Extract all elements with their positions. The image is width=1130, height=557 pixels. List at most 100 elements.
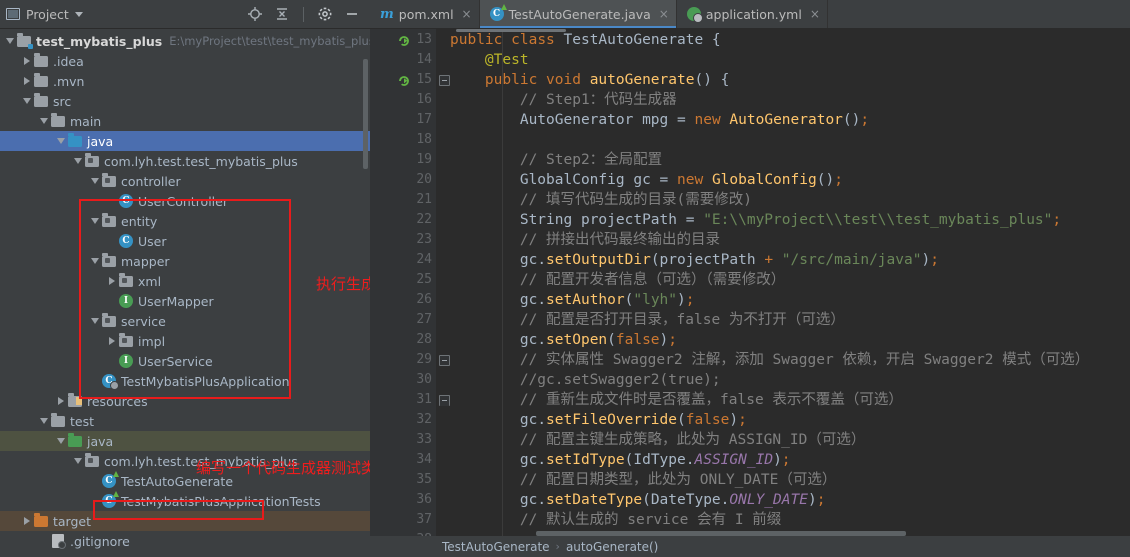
chevron-down-icon[interactable] (38, 115, 50, 127)
tree-node[interactable]: com.lyh.test.test_mybatis_plus (0, 151, 370, 171)
tree-node[interactable]: CUserController (0, 191, 370, 211)
run-test-icon[interactable] (398, 34, 410, 46)
code-line[interactable]: // 配置开发者信息（可选）（需要修改） (450, 270, 1130, 290)
gutter-line[interactable]: 20 (370, 170, 436, 190)
code-line[interactable] (450, 130, 1130, 150)
gutter-line[interactable]: 34 (370, 450, 436, 470)
chevron-down-icon[interactable] (89, 175, 101, 187)
code-line[interactable]: gc.setDateType(DateType.ONLY_DATE); (450, 490, 1130, 510)
code-line[interactable]: gc.setOpen(false); (450, 330, 1130, 350)
code-line[interactable]: @Test (450, 50, 1130, 70)
editor-tab[interactable]: application.yml× (677, 0, 828, 28)
gutter-line[interactable]: 28 (370, 330, 436, 350)
chevron-right-icon[interactable] (106, 275, 118, 287)
code-line[interactable]: // Step2：全局配置 (450, 150, 1130, 170)
code-fold-toggle[interactable] (439, 355, 450, 366)
code-line[interactable]: gc.setAuthor("lyh"); (450, 290, 1130, 310)
code-line[interactable]: // 重新生成文件时是否覆盖，false 表示不覆盖（可选） (450, 390, 1130, 410)
code-line[interactable]: gc.setFileOverride(false); (450, 410, 1130, 430)
code-editor[interactable]: 1314151617181920212223242526272829303132… (370, 29, 1130, 536)
tree-node[interactable]: IUserMapper (0, 291, 370, 311)
gutter-line[interactable]: 25 (370, 270, 436, 290)
code-line[interactable]: public void autoGenerate() { (450, 70, 1130, 90)
tree-node[interactable]: java (0, 431, 370, 451)
code-line[interactable]: // 填写代码生成的目录(需要修改) (450, 190, 1130, 210)
chevron-down-icon[interactable] (38, 415, 50, 427)
breadcrumb-class[interactable]: TestAutoGenerate (442, 540, 550, 554)
code-line[interactable]: String projectPath = "E:\\myProject\\tes… (450, 210, 1130, 230)
gutter-line[interactable]: 13 (370, 30, 436, 50)
code-line[interactable]: // 配置日期类型，此处为 ONLY_DATE（可选） (450, 470, 1130, 490)
tree-node[interactable]: CTestMybatisPlusApplication (0, 371, 370, 391)
gutter-line[interactable]: 29 (370, 350, 436, 370)
code-line[interactable]: //gc.setSwagger2(true); (450, 370, 1130, 390)
code-fold-toggle[interactable] (439, 75, 450, 86)
chevron-down-icon[interactable] (72, 155, 84, 167)
gear-icon[interactable] (317, 6, 333, 22)
breadcrumb-method[interactable]: autoGenerate() (566, 540, 658, 554)
gutter-line[interactable]: 16 (370, 90, 436, 110)
code-line[interactable]: AutoGenerator mpg = new AutoGenerator(); (450, 110, 1130, 130)
editor-gutter[interactable]: 1314151617181920212223242526272829303132… (370, 29, 436, 536)
project-tree[interactable]: test_mybatis_plusE:\myProject\test\test_… (0, 29, 370, 557)
chevron-down-icon[interactable] (72, 455, 84, 467)
chevron-right-icon[interactable] (21, 515, 33, 527)
code-line[interactable]: // 默认生成的 service 会有 I 前缀 (450, 510, 1130, 530)
tree-node[interactable]: com.lyh.test.test_mybatis_plus (0, 451, 370, 471)
tree-node[interactable]: test (0, 411, 370, 431)
tree-node[interactable]: service (0, 311, 370, 331)
code-line[interactable]: // 实体属性 Swagger2 注解，添加 Swagger 依赖，开启 Swa… (450, 350, 1130, 370)
collapse-all-icon[interactable] (274, 6, 290, 22)
editor-horizontal-scrollbar-top[interactable] (456, 29, 566, 32)
tree-node[interactable]: java (0, 131, 370, 151)
gutter-line[interactable]: 23 (370, 230, 436, 250)
chevron-down-icon[interactable] (55, 435, 67, 447)
editor-code-content[interactable]: public class TestAutoGenerate { @Test pu… (450, 29, 1130, 536)
tree-node[interactable]: impl (0, 331, 370, 351)
close-icon[interactable]: × (659, 7, 669, 21)
gutter-line[interactable]: 35 (370, 470, 436, 490)
chevron-down-icon[interactable] (4, 35, 16, 47)
tree-node[interactable]: resources (0, 391, 370, 411)
gutter-line[interactable]: 32 (370, 410, 436, 430)
run-test-icon[interactable] (398, 74, 410, 86)
code-line[interactable]: // Step1：代码生成器 (450, 90, 1130, 110)
chevron-down-icon[interactable] (89, 215, 101, 227)
gutter-line[interactable]: 17 (370, 110, 436, 130)
chevron-down-icon[interactable] (55, 135, 67, 147)
tree-node[interactable]: entity (0, 211, 370, 231)
gutter-line[interactable]: 14 (370, 50, 436, 70)
gutter-line[interactable]: 31 (370, 390, 436, 410)
code-line[interactable]: gc.setOutputDir(projectPath + "/src/main… (450, 250, 1130, 270)
tree-node[interactable]: IUserService (0, 351, 370, 371)
gutter-line[interactable]: 30 (370, 370, 436, 390)
gutter-line[interactable]: 22 (370, 210, 436, 230)
tree-node[interactable]: src (0, 91, 370, 111)
tree-node[interactable]: xml (0, 271, 370, 291)
code-line[interactable]: // 配置是否打开目录，false 为不打开（可选） (450, 310, 1130, 330)
gutter-line[interactable]: 33 (370, 430, 436, 450)
chevron-down-icon[interactable] (89, 315, 101, 327)
tree-node[interactable]: .idea (0, 51, 370, 71)
gutter-line[interactable]: 38 (370, 530, 436, 536)
tree-node[interactable]: test_mybatis_plusE:\myProject\test\test_… (0, 31, 370, 51)
close-icon[interactable]: × (462, 7, 472, 21)
gutter-line[interactable]: 18 (370, 130, 436, 150)
locate-icon[interactable] (247, 6, 263, 22)
project-title-button[interactable]: Project (6, 7, 83, 22)
editor-horizontal-scrollbar[interactable] (536, 531, 906, 536)
editor-tab[interactable]: mpom.xml× (370, 0, 480, 28)
tree-node[interactable]: controller (0, 171, 370, 191)
gutter-line[interactable]: 24 (370, 250, 436, 270)
code-line[interactable]: // 拼接出代码最终输出的目录 (450, 230, 1130, 250)
project-tree-scrollbar[interactable] (363, 59, 368, 169)
gutter-line[interactable]: 37 (370, 510, 436, 530)
gutter-line[interactable]: 36 (370, 490, 436, 510)
tree-node[interactable]: main (0, 111, 370, 131)
gutter-line[interactable]: 27 (370, 310, 436, 330)
tree-node[interactable]: .gitignore (0, 531, 370, 551)
chevron-down-icon[interactable] (89, 255, 101, 267)
code-line[interactable]: GlobalConfig gc = new GlobalConfig(); (450, 170, 1130, 190)
code-line[interactable]: gc.setIdType(IdType.ASSIGN_ID); (450, 450, 1130, 470)
tree-node[interactable]: CUser (0, 231, 370, 251)
